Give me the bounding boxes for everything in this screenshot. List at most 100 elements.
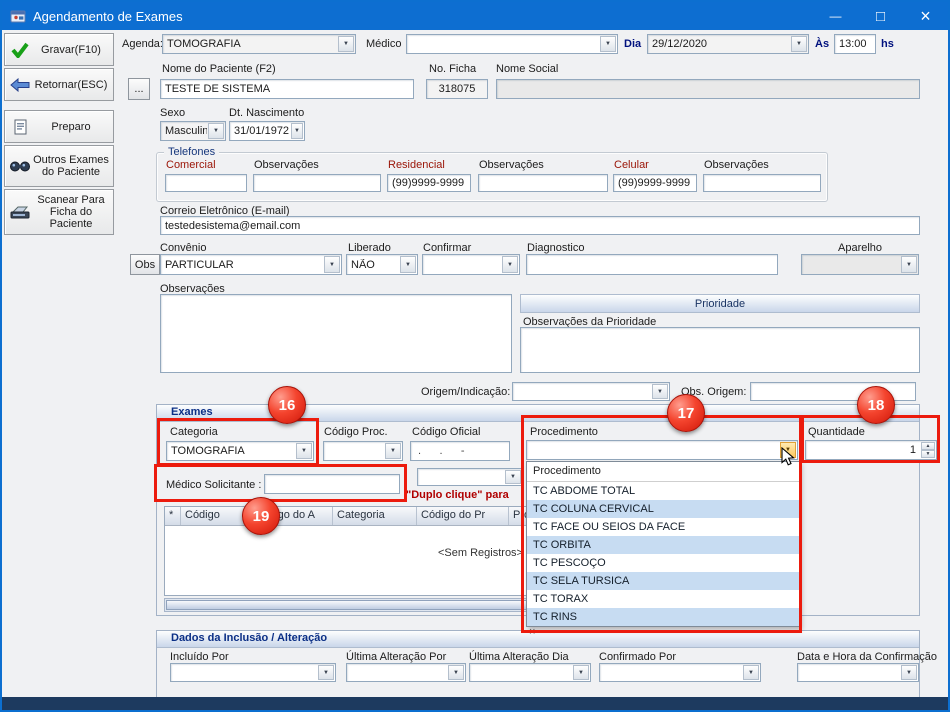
sexo-select[interactable]: Masculino ▼ [160,121,226,141]
prioridade-header-label: Prioridade [695,298,745,310]
spin-down-icon[interactable]: ▼ [921,450,935,458]
categoria-label: Categoria [170,426,218,438]
chevron-down-icon: ▼ [324,256,340,273]
dia-value: 29/12/2020 [648,38,790,50]
annotation-badge-17: 17 [667,394,705,432]
codigo-proc-label: Código Proc. [324,426,388,438]
aparelho-select[interactable]: ▼ [801,254,919,275]
residencial-input[interactable]: (99)9999-9999 [387,174,471,192]
categoria-value: TOMOGRAFIA [167,445,295,457]
nome-paciente-input[interactable]: TESTE DE SISTEMA [160,79,414,99]
dropdown-item[interactable]: TC ORBITA [527,536,799,554]
chevron-down-icon: ▼ [652,384,668,399]
hora-input[interactable]: 13:00 [834,34,876,54]
dropdown-close-icon[interactable]: × [529,626,535,638]
confirmado-por-select[interactable]: ▼ [599,663,761,682]
grid-col-codigo[interactable]: Código [181,507,251,525]
minimize-button[interactable]: — [813,2,858,30]
retornar-label: Retornar(ESC) [32,79,110,91]
observacoes-textarea[interactable] [160,294,512,373]
chevron-down-icon: ▼ [400,256,416,273]
close-icon: × [920,6,931,27]
chevron-down-icon: ▼ [502,256,518,273]
confirmar-select[interactable]: ▼ [422,254,520,275]
nascimento-select[interactable]: 31/01/1972 ▼ [229,121,305,141]
dropdown-item[interactable]: TC TORAX [527,590,799,608]
email-input[interactable]: testedesistema@email.com [160,216,920,235]
annotation-badge-16: 16 [268,386,306,424]
residencial-label: Residencial [388,159,445,171]
annotation-badge-19: 19 [242,497,280,535]
chevron-down-icon: ▼ [901,256,917,273]
agenda-value: TOMOGRAFIA [163,38,337,50]
procedimento-select[interactable]: ▼ [526,440,798,460]
dia-select[interactable]: 29/12/2020 ▼ [647,34,809,54]
grid-col-categoria[interactable]: Categoria [333,507,417,525]
chevron-down-icon: ▼ [385,443,401,459]
outros-exames-button[interactable]: Outros Exames do Paciente [4,145,114,187]
chevron-down-icon: ▼ [208,123,224,139]
liberado-select[interactable]: NÃO ▼ [346,254,418,275]
diagnostico-input[interactable] [526,254,778,275]
data-hora-confirmacao-label: Data e Hora da Confirmação [797,651,937,663]
title-bar[interactable]: Agendamento de Exames — □ × [2,2,948,30]
ultima-alteracao-dia-select[interactable]: ▼ [469,663,591,682]
dropdown-item[interactable]: TC COLUNA CERVICAL [527,500,799,518]
comercial-input[interactable] [165,174,247,192]
dropdown-item[interactable]: TC SELA TURSICA [527,572,799,590]
agenda-label: Agenda: [122,38,163,50]
incluido-por-select[interactable]: ▼ [170,663,336,682]
prioridade-header[interactable]: Prioridade [520,294,920,313]
data-hora-confirmacao-select[interactable]: ▼ [797,663,919,682]
dropdown-item[interactable]: TC ABDOME TOTAL [527,482,799,500]
obs-button[interactable]: Obs [130,254,160,275]
incluido-por-label: Incluído Por [170,651,229,663]
observacoes3-input[interactable] [703,174,821,192]
dropdown-item[interactable]: TC RINS [527,608,799,626]
quantidade-spinner[interactable]: 1 ▲ ▼ [805,440,937,460]
buscar-paciente-button[interactable]: ... [128,78,150,100]
confirmar-label: Confirmar [423,242,471,254]
nome-social-input[interactable] [496,79,920,99]
ellipsis-icon: ... [134,83,143,95]
procedimento-dropdown-list: Procedimento TC ABDOME TOTAL TC COLUNA C… [526,461,800,627]
scanear-button[interactable]: Scanear Para Ficha do Paciente [4,189,114,235]
maximize-icon: □ [876,8,885,25]
chevron-down-icon: ▼ [901,665,917,680]
chevron-down-icon: ▼ [318,665,334,680]
celular-input[interactable]: (99)9999-9999 [613,174,697,192]
agenda-select[interactable]: TOMOGRAFIA ▼ [162,34,356,54]
dropdown-item[interactable]: TC PESCOÇO [527,554,799,572]
categoria-select[interactable]: TOMOGRAFIA ▼ [166,441,314,461]
medico-select[interactable]: ▼ [406,34,618,54]
ficha-label: No. Ficha [429,63,476,75]
observacoes-prioridade-textarea[interactable] [520,327,920,373]
medico-solicitante-select[interactable]: ▼ [417,468,523,486]
diagnostico-label: Diagnostico [527,242,584,254]
grid-col-indicator[interactable]: * [165,507,181,525]
dropdown-column-header[interactable]: Procedimento [527,462,799,482]
observacoes2-input[interactable] [478,174,608,192]
nome-paciente-value: TESTE DE SISTEMA [161,83,413,95]
save-check-icon [8,42,32,58]
origem-select[interactable]: ▼ [512,382,670,401]
dropdown-item[interactable]: TC FACE OU SEIOS DA FACE [527,518,799,536]
codigo-proc-select[interactable]: ▼ [323,441,403,461]
ficha-value: 318075 [427,83,487,95]
spin-up-icon[interactable]: ▲ [921,442,935,450]
codigo-oficial-label: Código Oficial [412,426,480,438]
duplo-clique-hint: "Duplo clique" para [406,489,524,501]
preparo-button[interactable]: Preparo [4,110,114,143]
gravar-button[interactable]: Gravar(F10) [4,33,114,66]
close-button[interactable]: × [903,2,948,30]
retornar-button[interactable]: Retornar(ESC) [4,68,114,101]
ultima-alteracao-por-select[interactable]: ▼ [346,663,466,682]
dia-label: Dia [624,38,641,50]
codigo-oficial-input[interactable]: . . - [410,441,510,461]
grid-col-codigo-proc[interactable]: Código do Pr [417,507,509,525]
convenio-select[interactable]: PARTICULAR ▼ [160,254,342,275]
ficha-field: 318075 [426,79,488,99]
observacoes1-input[interactable] [253,174,381,192]
medico-solicitante-input[interactable] [264,474,400,494]
maximize-button[interactable]: □ [858,2,903,30]
